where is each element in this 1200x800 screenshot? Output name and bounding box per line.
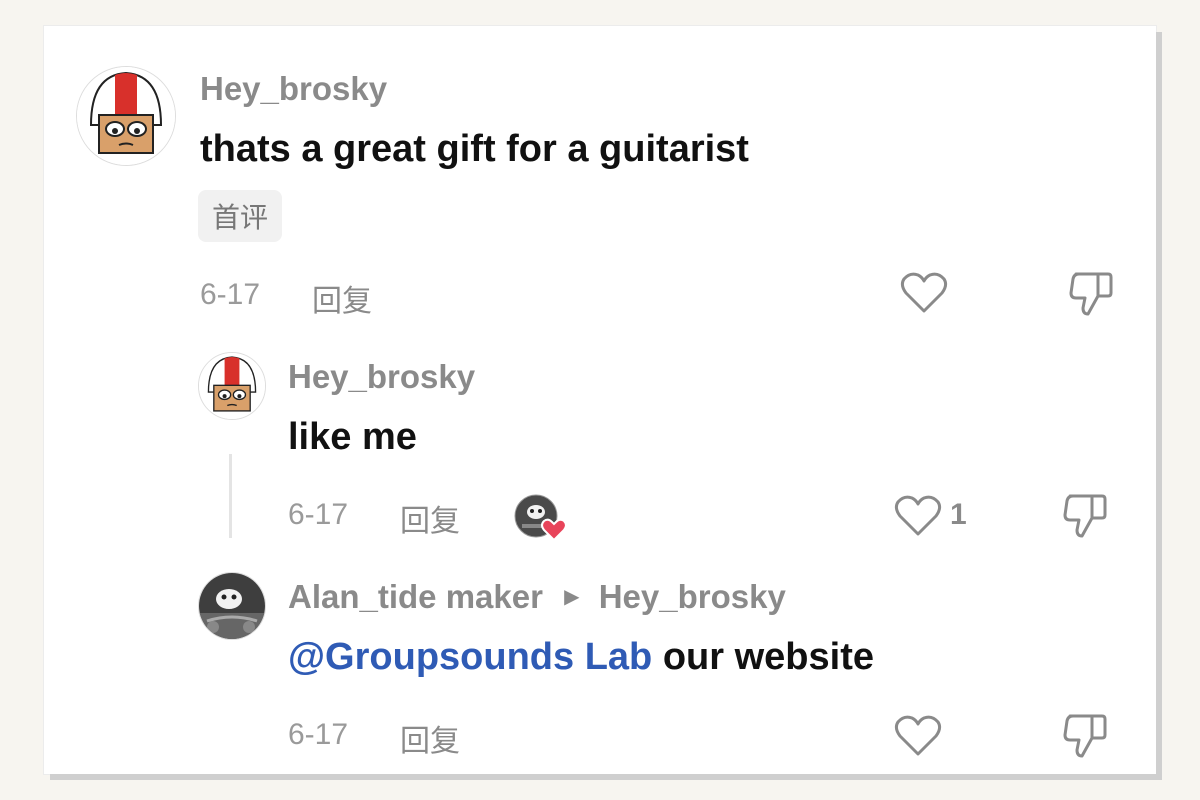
user-avatar[interactable] [76, 66, 176, 166]
reply-to-username[interactable]: Hey_brosky [599, 578, 786, 615]
reply-arrow-icon: ▶ [564, 585, 580, 608]
reply-button[interactable]: 回复 [312, 276, 372, 320]
dog-photo-avatar-icon [514, 494, 567, 540]
like-button[interactable] [900, 271, 948, 315]
comment-date: 6-17 [288, 718, 349, 751]
thumbs-down-icon [1063, 494, 1107, 538]
like-button[interactable] [894, 714, 942, 758]
helmet-cartoon-avatar-icon [77, 67, 175, 165]
user-avatar[interactable] [198, 572, 266, 640]
comment-username[interactable]: Hey_brosky [288, 358, 475, 396]
heart-icon [894, 495, 942, 536]
helmet-cartoon-avatar-icon [199, 353, 265, 419]
dislike-button[interactable] [1062, 492, 1108, 540]
reply-button[interactable]: 回复 [400, 496, 460, 540]
comment-date: 6-17 [200, 278, 261, 311]
heart-icon [894, 715, 942, 756]
like-button[interactable] [894, 494, 942, 538]
comment-text: thats a great gift for a guitarist [200, 128, 749, 170]
user-avatar[interactable] [198, 352, 266, 420]
comment-username[interactable]: Hey_brosky [200, 70, 387, 108]
dislike-button[interactable] [1062, 712, 1108, 760]
comment-text: like me [288, 416, 417, 458]
like-count: 1 [950, 498, 967, 531]
comment-body: our website [662, 636, 874, 678]
heart-icon [541, 518, 567, 540]
comment-username[interactable]: Alan_tide maker [288, 578, 543, 615]
liked-by-author-indicator [514, 492, 570, 540]
comment-text: @Groupsounds Lab our website [288, 636, 874, 679]
comment-header: Alan_tide maker ▶ Hey_brosky [288, 578, 786, 616]
thread-line [229, 454, 232, 538]
dog-photo-avatar-icon [199, 573, 265, 639]
comment-thread-card: Hey_brosky thats a great gift for a guit… [44, 26, 1156, 774]
thumbs-down-icon [1063, 714, 1107, 758]
thumbs-down-icon [1069, 272, 1113, 316]
heart-icon [900, 272, 948, 313]
reply-button[interactable]: 回复 [400, 716, 460, 760]
comment-date: 6-17 [288, 498, 349, 531]
dislike-button[interactable] [1068, 270, 1114, 318]
first-comment-badge: 首评 [198, 190, 283, 242]
mention-link[interactable]: @Groupsounds Lab [288, 636, 652, 678]
